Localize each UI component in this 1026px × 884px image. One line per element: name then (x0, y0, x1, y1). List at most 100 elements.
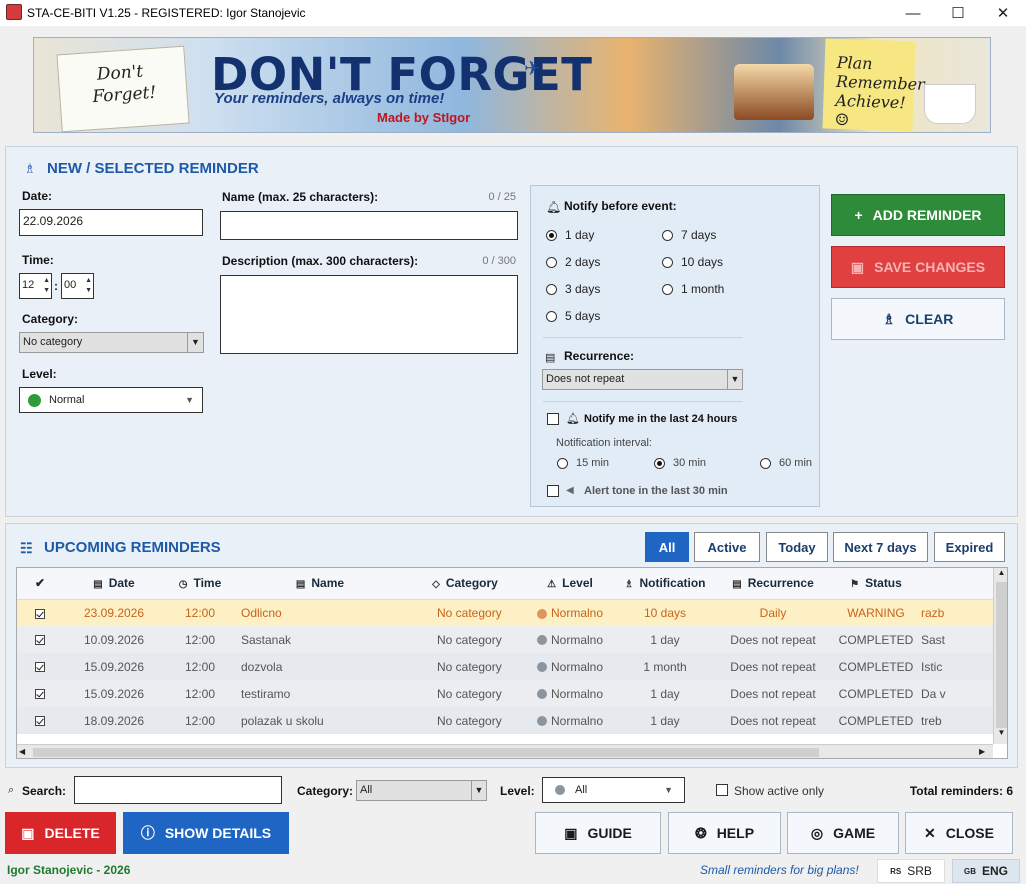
cell-recurrence: Does not repeat (715, 707, 831, 734)
delete-button[interactable]: ▣ DELETE (5, 812, 116, 854)
scroll-down-icon[interactable]: ▼ (994, 728, 1007, 737)
chevron-down-icon[interactable]: ▼ (727, 370, 742, 389)
radio-button[interactable] (654, 457, 665, 469)
cell-notification-text: 1 day (650, 632, 680, 647)
date-input[interactable]: 22.09.2026 (19, 209, 203, 236)
status-col-icon: ⚑ (850, 579, 860, 591)
recurrence-icon: ▤ (545, 352, 556, 364)
table-row[interactable]: 23.09.2026 12:00 Odlicno No category Normaln… (17, 599, 993, 626)
description-textarea[interactable] (220, 275, 518, 354)
filter-expired-button[interactable]: Expired (934, 532, 1005, 562)
column-header-name[interactable]: ▤ Name (235, 568, 405, 600)
table-row[interactable]: 10.09.2026 12:00 Sastanak No category Normal… (17, 626, 993, 653)
radio-button[interactable] (546, 283, 557, 295)
minute-spinner[interactable]: 00 ▲ ▼ (61, 273, 94, 299)
notify-option[interactable]: 2 days (546, 255, 600, 269)
row-checkbox-cell[interactable] (17, 653, 63, 680)
language-srb-button[interactable]: RS SRB (877, 859, 945, 883)
scroll-left-icon[interactable]: ◀ (19, 747, 25, 756)
row-checkbox-cell[interactable] (17, 680, 63, 707)
notify-option[interactable]: 1 month (662, 282, 724, 296)
horizontal-scrollbar[interactable]: ◀ ▶ (17, 744, 993, 758)
maximize-button[interactable]: ☐ (935, 0, 981, 26)
notify-option[interactable]: 7 days (662, 228, 716, 242)
row-checkbox-cell[interactable] (17, 707, 63, 734)
guide-button[interactable]: ▣ GUIDE (535, 812, 661, 854)
minimize-button[interactable]: — (890, 0, 936, 26)
close-button[interactable]: ✕ CLOSE (905, 812, 1013, 854)
show-details-button[interactable]: ⓘ SHOW DETAILS (123, 812, 289, 854)
vertical-scrollbar[interactable]: ▲ ▼ (993, 568, 1007, 744)
table-row[interactable]: 18.09.2026 12:00 polazak u skolu No categor… (17, 707, 993, 734)
hour-value: 12 (22, 279, 35, 291)
notify-option[interactable]: 10 days (662, 255, 723, 269)
column-header-done[interactable]: ✔ (17, 568, 63, 600)
active-only-checkbox[interactable] (716, 784, 728, 796)
chevron-down-icon[interactable]: ▼ (187, 333, 203, 352)
table-row[interactable]: 15.09.2026 12:00 dozvola No category Normaln… (17, 653, 993, 680)
clear-button[interactable]: ♗ CLEAR (831, 298, 1005, 340)
interval-option[interactable]: 30 min (654, 457, 706, 469)
radio-button[interactable] (662, 256, 673, 268)
radio-button[interactable] (546, 256, 557, 268)
help-button[interactable]: ❂ HELP (668, 812, 781, 854)
save-changes-button[interactable]: ▣ SAVE CHANGES (831, 246, 1005, 288)
category-select[interactable]: No category ▼ (19, 332, 204, 353)
row-checkbox-cell[interactable] (17, 599, 63, 626)
language-eng-button[interactable]: GB ENG (952, 859, 1020, 883)
column-header-recurrence[interactable]: ▤ Recurrence (715, 568, 831, 600)
game-button[interactable]: ◎ GAME (787, 812, 899, 854)
level-select[interactable]: Normal ▼ (19, 387, 203, 413)
name-input[interactable] (220, 211, 518, 240)
interval-option[interactable]: 60 min (760, 457, 812, 469)
spinner-arrows-icon[interactable]: ▲ ▼ (43, 276, 50, 296)
interval-option[interactable]: 15 min (557, 457, 609, 469)
scroll-up-icon[interactable]: ▲ (994, 568, 1007, 582)
search-icon: ⌕ (8, 784, 15, 796)
hour-spinner[interactable]: 12 ▲ ▼ (19, 273, 52, 299)
last24-checkbox[interactable] (547, 413, 559, 425)
filter-today-button[interactable]: Today (766, 532, 828, 562)
row-check-icon[interactable] (35, 608, 45, 619)
filter-category-select[interactable]: All ▼ (356, 780, 487, 801)
radio-button[interactable] (546, 310, 557, 322)
cell-recurrence: Does not repeat (715, 626, 831, 653)
filter-level-select[interactable]: All ▼ (542, 777, 685, 803)
radio-button[interactable] (760, 457, 771, 469)
vertical-scroll-thumb[interactable] (996, 582, 1007, 728)
add-reminder-button[interactable]: + ADD REMINDER (831, 194, 1005, 236)
search-input[interactable] (74, 776, 282, 804)
column-header-status[interactable]: ⚑ Status (831, 568, 921, 600)
row-checkbox-cell[interactable] (17, 626, 63, 653)
scroll-right-icon[interactable]: ▶ (979, 747, 985, 756)
close-window-button[interactable]: ✕ (980, 0, 1026, 26)
filter-active-button[interactable]: Active (694, 532, 760, 562)
column-header-notification[interactable]: ♗ Notification (615, 568, 715, 600)
filter-all-button[interactable]: All (645, 532, 689, 562)
filter-next-7-days-button[interactable]: Next 7 days (833, 532, 928, 562)
notify-option[interactable]: 5 days (546, 309, 600, 323)
radio-button[interactable] (662, 229, 673, 241)
table-row[interactable]: 15.09.2026 12:00 testiramo No category Norma… (17, 680, 993, 707)
column-header-level[interactable]: ⚠ Level (525, 568, 615, 600)
row-check-icon[interactable] (35, 716, 45, 727)
chevron-down-icon[interactable]: ▼ (185, 395, 194, 405)
radio-button[interactable] (662, 283, 673, 295)
chevron-down-icon[interactable]: ▼ (664, 785, 673, 795)
row-check-icon[interactable] (35, 662, 45, 673)
column-header-category[interactable]: ◇ Category (405, 568, 525, 600)
radio-button[interactable] (546, 229, 557, 241)
notify-option[interactable]: 1 day (546, 228, 594, 242)
notify-option[interactable]: 3 days (546, 282, 600, 296)
row-check-icon[interactable] (35, 689, 45, 700)
cell-recurrence: Does not repeat (715, 680, 831, 707)
column-header-date[interactable]: ▤ Date (63, 568, 165, 600)
column-header-time[interactable]: ◷ Time (165, 568, 235, 600)
spinner-arrows-icon[interactable]: ▲ ▼ (85, 276, 92, 296)
radio-button[interactable] (557, 457, 568, 469)
alert-tone-checkbox[interactable] (547, 485, 559, 497)
recurrence-select[interactable]: Does not repeat ▼ (542, 369, 743, 390)
row-check-icon[interactable] (35, 635, 45, 646)
chevron-down-icon[interactable]: ▼ (471, 781, 486, 800)
horizontal-scroll-thumb[interactable] (33, 748, 819, 757)
